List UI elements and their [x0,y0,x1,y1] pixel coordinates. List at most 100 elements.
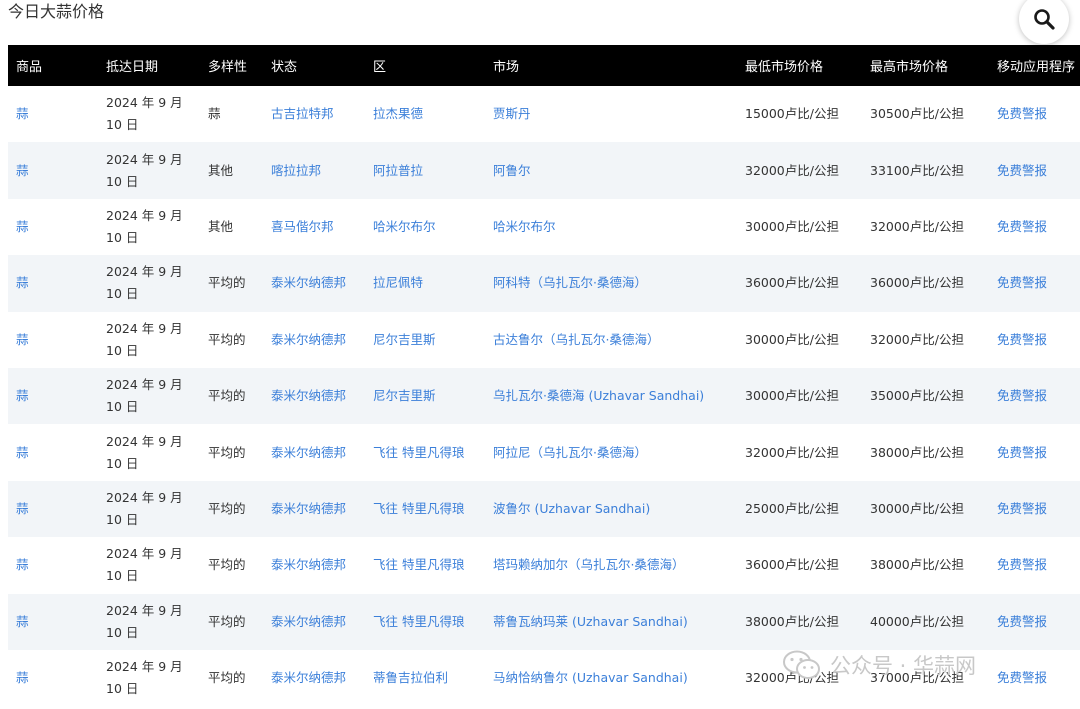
page-title: 今日大蒜价格 [8,2,105,21]
table-row: 蒜 2024 年 9 月 10 日 平均的 泰米尔纳德邦 蒂鲁吉拉伯利 马纳恰纳鲁尔 (U… [8,650,1080,706]
market-link[interactable]: 贾斯丹 [485,86,737,142]
state-link[interactable]: 泰米尔纳德邦 [263,424,365,480]
free-alert-link[interactable]: 免费警报 [989,368,1080,424]
table-row: 蒜 2024 年 9 月 10 日 平均的 泰米尔纳德邦 尼尔吉里斯 古达鲁尔（乌扎瓦尔·… [8,312,1080,368]
district-link[interactable]: 飞往 特里凡得琅 [365,424,485,480]
commodity-link[interactable]: 蒜 [8,312,98,368]
table-row: 蒜 2024 年 9 月 10 日 平均的 泰米尔纳德邦 飞往 特里凡得琅 阿拉尼（乌扎瓦… [8,424,1080,480]
table-row: 蒜 2024 年 9 月 10 日 平均的 泰米尔纳德邦 飞往 特里凡得琅 塔玛赖纳加尔（… [8,537,1080,593]
market-link[interactable]: 乌扎瓦尔·桑德海 (Uzhavar Sandhai) [485,368,737,424]
free-alert-link[interactable]: 免费警报 [989,594,1080,650]
header-mobile-app[interactable]: 移动应用程序 [989,45,1080,86]
max-price: 33100卢比/公担 [870,162,964,178]
arrival-date: 2024 年 9 月 10 日 [106,433,183,471]
arrival-date: 2024 年 9 月 10 日 [106,546,183,584]
market-link[interactable]: 波鲁尔 (Uzhavar Sandhai) [485,481,737,537]
district-link[interactable]: 哈米尔布尔 [365,199,485,255]
commodity-link[interactable]: 蒜 [8,142,98,198]
state-link[interactable]: 喀拉拉邦 [263,142,365,198]
arrival-date: 2024 年 9 月 10 日 [106,207,183,245]
market-link[interactable]: 蒂鲁瓦纳玛莱 (Uzhavar Sandhai) [485,594,737,650]
search-button[interactable] [1019,0,1069,44]
free-alert-link[interactable]: 免费警报 [989,142,1080,198]
table-row: 蒜 2024 年 9 月 10 日 平均的 泰米尔纳德邦 尼尔吉里斯 乌扎瓦尔·桑德海 (… [8,367,1080,425]
market-link[interactable]: 塔玛赖纳加尔（乌扎瓦尔·桑德海） [485,537,737,593]
market-link[interactable]: 古达鲁尔（乌扎瓦尔·桑德海） [485,312,737,368]
min-price: 32000卢比/公担 [745,444,839,460]
market-link[interactable]: 哈米尔布尔 [485,199,737,255]
state-link[interactable]: 古吉拉特邦 [263,86,365,142]
district-link[interactable]: 阿拉普拉 [365,142,485,198]
free-alert-link[interactable]: 免费警报 [989,86,1080,142]
commodity-link[interactable]: 蒜 [8,86,98,142]
header-state[interactable]: 状态 [263,45,365,86]
arrival-date: 2024 年 9 月 10 日 [106,659,183,697]
arrival-date: 2024 年 9 月 10 日 [106,602,183,640]
district-link[interactable]: 拉杰果德 [365,86,485,142]
variety: 平均的 [208,670,246,686]
header-market[interactable]: 市场 [485,45,737,86]
price-table: 商品 抵达日期 多样性 状态 区 市场 最低市场价格 最高市场价格 移动应用程序… [8,45,1080,706]
header-commodity[interactable]: 商品 [8,45,98,86]
district-link[interactable]: 飞往 特里凡得琅 [365,481,485,537]
state-link[interactable]: 泰米尔纳德邦 [263,650,365,706]
state-link[interactable]: 泰米尔纳德邦 [263,481,365,537]
free-alert-link[interactable]: 免费警报 [989,650,1080,706]
commodity-link[interactable]: 蒜 [8,537,98,593]
district-link[interactable]: 飞往 特里凡得琅 [365,537,485,593]
state-link[interactable]: 泰米尔纳德邦 [263,594,365,650]
free-alert-link[interactable]: 免费警报 [989,312,1080,368]
max-price: 32000卢比/公担 [870,218,964,234]
free-alert-link[interactable]: 免费警报 [989,255,1080,311]
free-alert-link[interactable]: 免费警报 [989,481,1080,537]
table-row: 蒜 2024 年 9 月 10 日 平均的 泰米尔纳德邦 飞往 特里凡得琅 蒂鲁瓦纳玛莱 … [8,593,1080,650]
commodity-link[interactable]: 蒜 [8,481,98,537]
district-link[interactable]: 飞往 特里凡得琅 [365,594,485,650]
commodity-link[interactable]: 蒜 [8,594,98,650]
max-price: 38000卢比/公担 [870,557,964,573]
table-row: 蒜 2024 年 9 月 10 日蒜古吉拉特邦 拉杰果德 贾斯丹 15000卢比/公担 3… [8,86,1080,142]
free-alert-link[interactable]: 免费警报 [989,424,1080,480]
min-price: 32000卢比/公担 [745,670,839,686]
district-link[interactable]: 蒂鲁吉拉伯利 [365,650,485,706]
variety: 平均的 [208,275,246,291]
market-link[interactable]: 马纳恰纳鲁尔 (Uzhavar Sandhai) [485,650,737,706]
state-link[interactable]: 泰米尔纳德邦 [263,312,365,368]
commodity-link[interactable]: 蒜 [8,650,98,706]
table-row: 蒜 2024 年 9 月 10 日 平均的 泰米尔纳德邦 飞往 特里凡得琅 波鲁尔 (Uz… [8,480,1080,538]
commodity-link[interactable]: 蒜 [8,255,98,311]
header-arrival-date[interactable]: 抵达日期 [98,45,200,86]
market-link[interactable]: 阿科特（乌扎瓦尔·桑德海） [485,255,737,311]
max-price: 36000卢比/公担 [870,275,964,291]
district-link[interactable]: 尼尔吉里斯 [365,312,485,368]
header-variety[interactable]: 多样性 [200,45,263,86]
commodity-link[interactable]: 蒜 [8,424,98,480]
header-district[interactable]: 区 [365,45,485,86]
free-alert-link[interactable]: 免费警报 [989,537,1080,593]
state-link[interactable]: 泰米尔纳德邦 [263,368,365,424]
max-price: 30500卢比/公担 [870,106,964,122]
free-alert-link[interactable]: 免费警报 [989,199,1080,255]
state-link[interactable]: 泰米尔纳德邦 [263,537,365,593]
max-price: 35000卢比/公担 [870,388,964,404]
min-price: 25000卢比/公担 [745,500,839,516]
state-link[interactable]: 喜马偕尔邦 [263,199,365,255]
commodity-link[interactable]: 蒜 [8,199,98,255]
commodity-link[interactable]: 蒜 [8,368,98,424]
table-header-row: 商品 抵达日期 多样性 状态 区 市场 最低市场价格 最高市场价格 移动应用程序 [8,45,1080,86]
max-price: 32000卢比/公担 [870,331,964,347]
district-link[interactable]: 尼尔吉里斯 [365,368,485,424]
min-price: 38000卢比/公担 [745,613,839,629]
state-link[interactable]: 泰米尔纳德邦 [263,255,365,311]
max-price: 37000卢比/公担 [870,670,964,686]
min-price: 30000卢比/公担 [745,218,839,234]
arrival-date: 2024 年 9 月 10 日 [106,95,183,133]
district-link[interactable]: 拉尼佩特 [365,255,485,311]
min-price: 30000卢比/公担 [745,388,839,404]
arrival-date: 2024 年 9 月 10 日 [106,264,183,302]
header-max-price[interactable]: 最高市场价格 [862,45,989,86]
variety: 平均的 [208,388,246,404]
header-min-price[interactable]: 最低市场价格 [737,45,862,86]
market-link[interactable]: 阿拉尼（乌扎瓦尔·桑德海） [485,424,737,480]
market-link[interactable]: 阿鲁尔 [485,142,737,198]
